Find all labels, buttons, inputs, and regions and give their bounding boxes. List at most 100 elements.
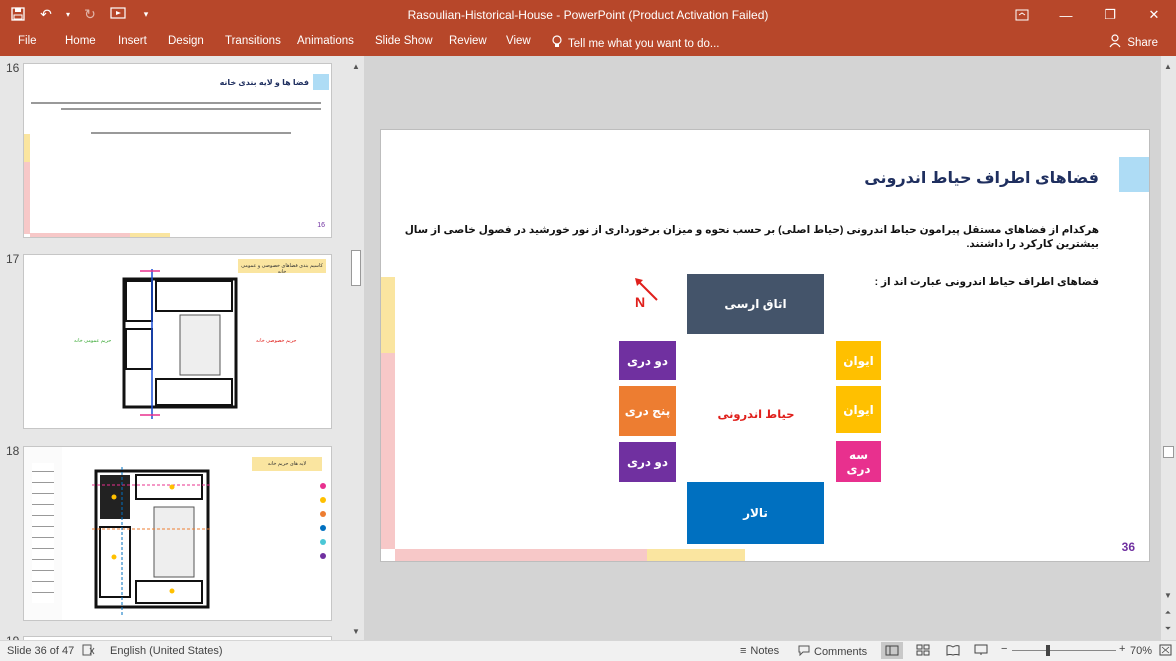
slide-editing-area: فضاهای اطراف حیاط اندرونی هرکدام از فضاه… [366, 56, 1161, 640]
box-right-3: سه دری [836, 441, 881, 482]
undo-icon[interactable]: ↶ [36, 4, 56, 24]
thumb-label-public: حریم عمومی خانه [74, 338, 112, 344]
thumb-text-line [61, 108, 321, 110]
scroll-up-icon[interactable]: ▲ [1161, 59, 1175, 73]
slide-subheading: فضاهای اطراف حیاط اندرونی عبارت اند از : [874, 276, 1099, 288]
slide-scrollbar[interactable]: ▲ ▼ ⏶ ⏷ [1161, 56, 1176, 640]
notes-icon: ≡ [740, 645, 747, 657]
box-right-1: ایوان [836, 341, 881, 380]
tell-me-text: Tell me what you want to do... [568, 37, 720, 50]
thumb-heading: لایه های حریم خانه [252, 457, 322, 471]
fit-to-window-icon[interactable] [1159, 644, 1172, 659]
tab-insert[interactable]: Insert [118, 35, 147, 47]
tab-file[interactable]: File [18, 35, 37, 47]
thumb-accent [130, 233, 170, 237]
lightbulb-icon [552, 35, 562, 52]
ribbon-display-icon[interactable] [1000, 0, 1044, 30]
title-accent-block [1119, 157, 1149, 192]
comment-icon [798, 645, 810, 659]
thumb-legend-list [32, 463, 54, 603]
previous-slide-icon[interactable]: ⏶ [1161, 606, 1175, 620]
tab-design[interactable]: Design [168, 35, 204, 47]
undo-dropdown-icon[interactable]: ▾ [64, 4, 72, 24]
zoom-level[interactable]: 70% [1130, 645, 1152, 657]
tab-review[interactable]: Review [449, 35, 487, 47]
share-label: Share [1127, 36, 1158, 49]
thumb-label-private: حریم خصوصی خانه [256, 338, 297, 344]
zoom-slider-handle[interactable] [1046, 645, 1050, 656]
language-indicator[interactable]: English (United States) [110, 645, 223, 657]
slide-paragraph: هرکدام از فضاهای مستقل پیرامون حیاط اندر… [404, 224, 1099, 250]
box-right-2: ایوان [836, 386, 881, 433]
box-arsi-room: اتاق ارسی [687, 274, 824, 334]
normal-view-icon[interactable] [881, 642, 903, 659]
slide-title: فضاهای اطراف حیاط اندرونی [864, 170, 1099, 187]
tab-transitions[interactable]: Transitions [225, 35, 281, 47]
slide-counter: Slide 36 of 47 [7, 645, 75, 657]
zoom-in-icon[interactable]: + [1119, 643, 1125, 655]
thumb-accent [24, 162, 30, 234]
bottom-accent-pink [395, 549, 647, 561]
window-controls: — ❐ ✕ [1000, 0, 1176, 30]
share-button[interactable]: Share [1109, 34, 1158, 51]
left-accent-pink [381, 353, 395, 549]
legend-dot-icon [320, 553, 326, 559]
tab-slide-show[interactable]: Slide Show [375, 35, 433, 47]
next-slide-icon[interactable]: ⏷ [1161, 622, 1175, 636]
minimize-icon[interactable]: — [1044, 0, 1088, 30]
floor-plan-drawing [92, 467, 212, 617]
person-icon [1109, 34, 1121, 51]
spelling-check-icon[interactable] [82, 644, 96, 659]
tab-home[interactable]: Home [65, 35, 96, 47]
tell-me-box[interactable]: Tell me what you want to do... [552, 35, 720, 52]
thumb-accent [30, 233, 130, 237]
status-bar: Slide 36 of 47 English (United States) ≡… [0, 640, 1176, 661]
slide-thumbnail-16[interactable]: فضا ها و لایه بندی خانه 16 [23, 63, 332, 238]
start-slideshow-icon[interactable] [108, 4, 128, 24]
legend-dot-icon [320, 497, 326, 503]
close-icon[interactable]: ✕ [1132, 0, 1176, 30]
comments-button[interactable]: Comments [798, 645, 867, 659]
comments-label: Comments [814, 646, 868, 658]
slide-thumbnail-17[interactable]: کاسیم بندی فضاهای خصوصی و عمومی خانه حری… [23, 254, 332, 429]
thumbnail-number: 18 [6, 444, 20, 458]
box-left-2: پنج دری [619, 386, 676, 436]
slide-thumbnail-18[interactable]: لایه های حریم خانه [23, 446, 332, 621]
title-bar: ↶ ▾ ↻ ▾ Rasoulian-Historical-House - Pow… [0, 0, 1176, 30]
box-left-1: دو دری [619, 341, 676, 380]
slide-thumbnail-pane: 16 فضا ها و لایه بندی خانه 16 17 کاسیم ب… [0, 56, 350, 640]
thumb-heading: فضا ها و لایه بندی خانه [219, 78, 309, 87]
thumb-heading: کاسیم بندی فضاهای خصوصی و عمومی خانه [238, 259, 326, 275]
legend-dot-icon [320, 525, 326, 531]
scroll-down-icon[interactable]: ▼ [349, 624, 363, 638]
thumb-page-number: 16 [317, 222, 325, 229]
thumb-text-line [31, 102, 321, 104]
redo-icon[interactable]: ↻ [80, 4, 100, 24]
thumb-legend [286, 483, 326, 567]
scroll-thumb[interactable] [351, 250, 361, 286]
reading-view-icon[interactable] [946, 644, 960, 659]
ribbon-tab-bar: File Home Insert Design Transitions Anim… [0, 30, 1176, 56]
slideshow-view-icon[interactable] [974, 644, 988, 659]
notes-label: Notes [750, 645, 780, 657]
slide-sorter-icon[interactable] [916, 644, 930, 659]
current-slide[interactable]: فضاهای اطراف حیاط اندرونی هرکدام از فضاه… [380, 129, 1150, 562]
notes-button[interactable]: ≡ Notes [740, 645, 779, 657]
thumbnail-scrollbar[interactable]: ▲ ▼ [348, 56, 364, 640]
scroll-thumb[interactable] [1163, 446, 1174, 458]
legend-dot-icon [320, 539, 326, 545]
scroll-up-icon[interactable]: ▲ [349, 59, 363, 73]
tab-view[interactable]: View [506, 35, 531, 47]
restore-icon[interactable]: ❐ [1088, 0, 1132, 30]
zoom-slider[interactable] [1012, 650, 1116, 651]
scroll-down-icon[interactable]: ▼ [1161, 588, 1175, 602]
floor-plan-drawing [122, 269, 238, 419]
zoom-out-icon[interactable]: − [1001, 643, 1007, 655]
thumb-legend-column [24, 447, 62, 620]
thumb-accent [24, 134, 30, 162]
customize-toolbar-icon[interactable]: ▾ [136, 4, 156, 24]
thumbnail-number: 17 [6, 252, 20, 266]
save-icon[interactable] [8, 4, 28, 24]
tab-animations[interactable]: Animations [297, 35, 354, 47]
bottom-accent-yellow [647, 549, 745, 561]
